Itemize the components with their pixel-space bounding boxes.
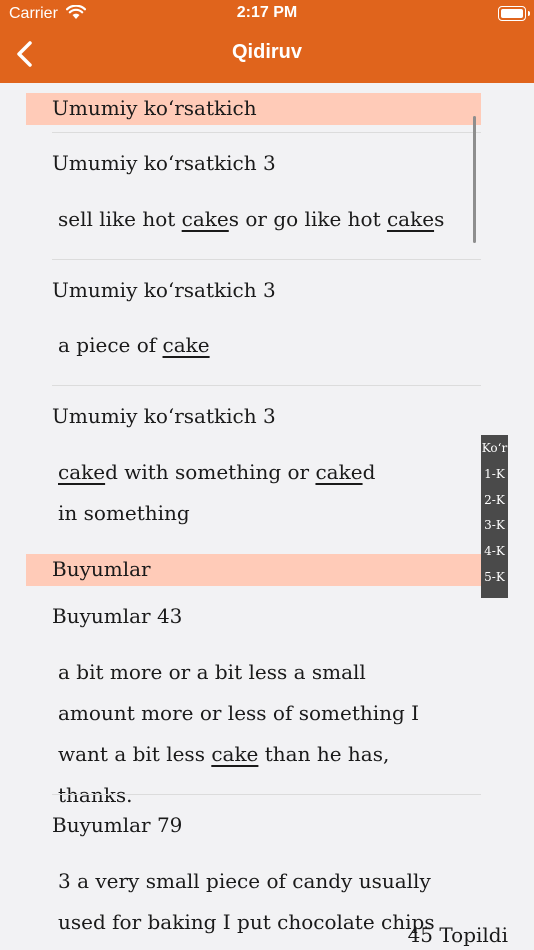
index-item[interactable]: 4-K: [481, 538, 508, 564]
index-item[interactable]: 1-K: [481, 461, 508, 487]
result-title[interactable]: Umumiy koʻrsatkich 3: [52, 278, 276, 302]
index-item[interactable]: Koʻr: [481, 435, 508, 461]
section-header: Umumiy koʻrsatkich: [26, 93, 481, 125]
match-highlight: cake: [386, 207, 435, 231]
result-title[interactable]: Umumiy koʻrsatkich 3: [52, 404, 276, 428]
index-item[interactable]: 5-K: [481, 564, 508, 590]
result-text[interactable]: a piece of cake: [58, 325, 458, 366]
result-text[interactable]: sell like hot cakes or go like hot cakes: [58, 199, 458, 240]
nav-bar: Carrier 2:17 PM Qidiruv: [0, 0, 534, 83]
page-title: Qidiruv: [231, 41, 302, 63]
result-text[interactable]: caked with something or caked in somethi…: [58, 452, 388, 534]
divider: [52, 259, 481, 260]
battery-icon: [498, 6, 530, 21]
match-highlight: cake: [162, 333, 210, 357]
divider: [52, 794, 481, 795]
section-header: Buyumlar: [26, 554, 481, 586]
divider: [52, 385, 481, 386]
divider: [52, 132, 481, 133]
result-title[interactable]: Umumiy koʻrsatkich 3: [52, 151, 276, 175]
match-highlight: cake: [58, 460, 106, 484]
result-text[interactable]: 3 a very small piece of candy usually us…: [58, 861, 443, 950]
match-highlight: cake: [211, 742, 259, 766]
result-text[interactable]: a bit more or a bit less a small amount …: [58, 652, 448, 816]
section-label: Buyumlar: [52, 557, 151, 581]
status-bar: Carrier 2:17 PM: [0, 0, 534, 30]
match-highlight: cake: [181, 207, 229, 231]
section-index[interactable]: Koʻr 1-K 2-K 3-K 4-K 5-K: [481, 435, 508, 598]
result-title[interactable]: Buyumlar 43: [52, 604, 182, 628]
results-list[interactable]: Umumiy koʻrsatkich Umumiy koʻrsatkich 3 …: [26, 92, 481, 950]
index-item[interactable]: 3-K: [481, 512, 508, 538]
result-title[interactable]: Buyumlar 79: [52, 813, 182, 837]
index-item[interactable]: 2-K: [481, 487, 508, 513]
section-label: Umumiy koʻrsatkich: [52, 96, 257, 120]
result-count: 45 Topildi: [407, 923, 508, 947]
scrollbar[interactable]: [473, 116, 476, 243]
clock: 2:17 PM: [236, 4, 298, 21]
match-highlight: cake: [315, 460, 363, 484]
